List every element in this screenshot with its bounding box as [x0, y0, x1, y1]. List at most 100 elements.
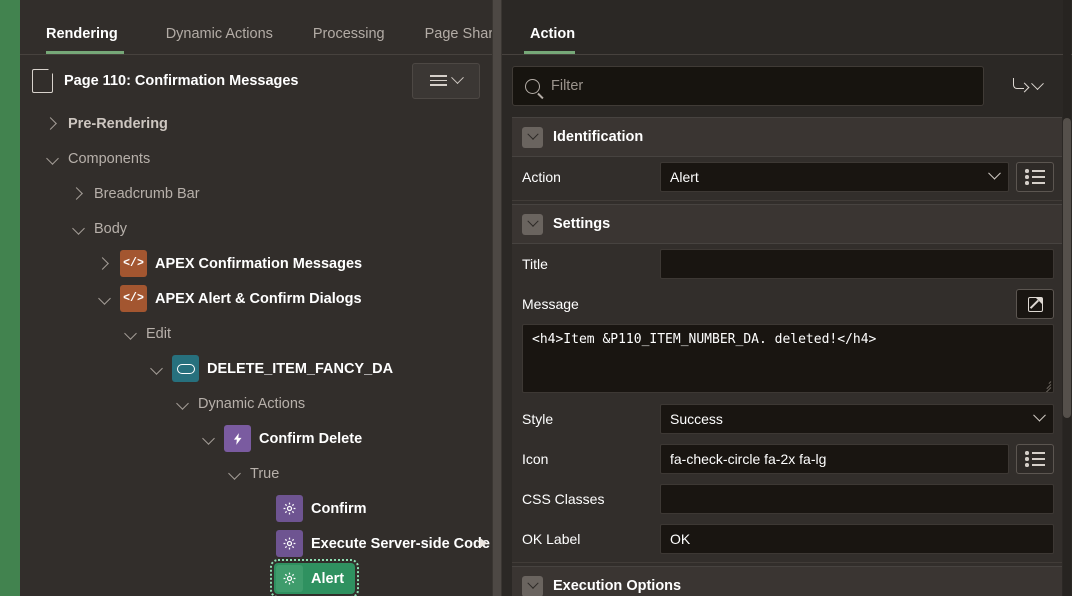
tab-rendering[interactable]: Rendering: [46, 26, 138, 55]
hamburger-icon: [430, 72, 447, 89]
page-icon: [32, 67, 54, 93]
chevron-down-icon[interactable]: [522, 126, 543, 148]
tree-node[interactable]: DELETE_ITEM_FANCY_DA: [170, 353, 404, 384]
section-divider: [512, 562, 1062, 563]
section-title: Identification: [553, 129, 644, 145]
tree-row[interactable]: True: [20, 456, 492, 491]
tree-node-label: Breadcrumb Bar: [94, 185, 200, 202]
tree-node-label: APEX Alert & Confirm Dialogs: [155, 290, 362, 307]
tree-node-label: Components: [68, 150, 151, 167]
tree-twisty-collapsed-icon[interactable]: [66, 176, 92, 211]
section-header-identification[interactable]: Identification: [512, 117, 1062, 157]
tree-node[interactable]: Body: [92, 219, 138, 239]
search-icon: [525, 78, 540, 94]
tree-node[interactable]: Execute Server-side Code: [274, 528, 492, 559]
expand-editor-icon[interactable]: [1016, 289, 1054, 319]
tree-row[interactable]: Execute Server-side Code: [20, 526, 492, 561]
tree-twisty-expanded-icon[interactable]: [144, 351, 170, 386]
page-item-icon: [172, 355, 199, 382]
tree-row[interactable]: Components: [20, 141, 492, 176]
chevron-down-icon[interactable]: [522, 575, 543, 596]
tree-node-label: DELETE_ITEM_FANCY_DA: [207, 360, 394, 377]
tree-row[interactable]: Dynamic Actions: [20, 386, 492, 421]
chevron-down-icon: [451, 71, 464, 85]
tree-row[interactable]: </> APEX Alert & Confirm Dialogs: [20, 281, 492, 316]
tree-twisty-none: [248, 526, 274, 561]
tree-twisty-expanded-icon[interactable]: [118, 316, 144, 351]
tree-node-label: Body: [94, 220, 128, 237]
tree-twisty-expanded-icon[interactable]: [196, 421, 222, 456]
tree-node[interactable]: Components: [66, 149, 161, 169]
tree-node-label: Confirm: [311, 500, 367, 517]
tree-row[interactable]: Alert: [20, 559, 492, 596]
tree-row[interactable]: Confirm: [20, 491, 492, 526]
list-of-values-icon[interactable]: [1016, 444, 1054, 474]
tree-node-label: Execute Server-side Code: [311, 535, 490, 552]
tree-row[interactable]: Confirm Delete: [20, 421, 492, 456]
tree-twisty-expanded-icon[interactable]: [222, 456, 248, 491]
tree-node[interactable]: </> APEX Alert & Confirm Dialogs: [118, 283, 373, 314]
section-header-settings[interactable]: Settings: [512, 204, 1062, 244]
field-value: fa-check-circle fa-2x fa-lg: [670, 451, 827, 467]
chevron-down-icon[interactable]: [988, 166, 1001, 180]
tab-processing-label: Processing: [312, 25, 385, 42]
property-actions-button[interactable]: [994, 66, 1060, 106]
tree-row[interactable]: Edit: [20, 316, 492, 351]
tab-action[interactable]: Action: [524, 26, 581, 55]
message-textarea[interactable]: <h4>Item &P110_ITEM_NUMBER_DA. deleted!<…: [522, 324, 1054, 393]
component-tree[interactable]: Pre-Rendering Components Breadcrumb Bar Bod…: [20, 106, 492, 596]
tree-row[interactable]: </> APEX Confirmation Messages: [20, 246, 492, 281]
tree-node[interactable]: Edit: [144, 324, 182, 344]
tree-row[interactable]: Breadcrumb Bar: [20, 176, 492, 211]
field-input[interactable]: Alert: [660, 162, 1009, 192]
code-icon: </>: [120, 285, 147, 312]
property-scrollbar-thumb[interactable]: [1063, 118, 1071, 418]
field-label: Message: [522, 296, 579, 312]
field-row: Style Success: [512, 399, 1062, 439]
filter-input[interactable]: Filter: [512, 66, 984, 106]
field-row: Action Alert: [512, 157, 1062, 197]
chevron-down-icon[interactable]: [1033, 408, 1046, 422]
field-input[interactable]: OK: [660, 524, 1054, 554]
tree-node-selected[interactable]: Alert: [269, 559, 360, 596]
field-input[interactable]: [660, 249, 1054, 279]
rendering-tree-panel: Rendering Dynamic Actions Processing Pag…: [20, 0, 492, 596]
tree-node-label: True: [250, 465, 280, 482]
field-input[interactable]: [660, 484, 1054, 514]
tree-menu-button[interactable]: [412, 62, 480, 99]
tree-row[interactable]: DELETE_ITEM_FANCY_DA: [20, 351, 492, 386]
tab-page-shared-components[interactable]: Page Shared C: [405, 27, 492, 55]
property-scrollbar[interactable]: [1063, 0, 1071, 596]
tree-node[interactable]: Confirm: [274, 493, 378, 524]
field-input[interactable]: fa-check-circle fa-2x fa-lg: [660, 444, 1009, 474]
tree-node-label: Confirm Delete: [259, 430, 363, 447]
tree-node[interactable]: Breadcrumb Bar: [92, 184, 211, 204]
resize-handle[interactable]: [1041, 380, 1052, 392]
tab-dynamic-actions[interactable]: Dynamic Actions: [146, 26, 293, 55]
field-input[interactable]: Success: [660, 404, 1054, 434]
chevron-down-icon[interactable]: [522, 213, 543, 235]
tree-twisty-expanded-icon[interactable]: [92, 281, 118, 316]
panel-splitter[interactable]: [492, 0, 502, 596]
tab-processing[interactable]: Processing: [293, 25, 405, 55]
section-title: Execution Options: [553, 578, 682, 594]
field-row-message: Message: [512, 284, 1062, 324]
tree-node[interactable]: True: [248, 464, 290, 484]
tree-twisty-collapsed-icon[interactable]: [92, 246, 118, 281]
tree-node-label: Dynamic Actions: [198, 395, 306, 412]
list-of-values-icon[interactable]: [1016, 162, 1054, 192]
tree-node[interactable]: </> APEX Confirmation Messages: [118, 248, 373, 279]
tree-row[interactable]: Body: [20, 211, 492, 246]
message-textarea-value: <h4>Item &P110_ITEM_NUMBER_DA. deleted!<…: [532, 332, 877, 347]
tree-node[interactable]: Pre-Rendering: [66, 114, 179, 134]
code-icon: </>: [120, 250, 147, 277]
tree-node[interactable]: Confirm Delete: [222, 423, 373, 454]
tree-row[interactable]: Pre-Rendering: [20, 106, 492, 141]
tree-node[interactable]: Dynamic Actions: [196, 394, 316, 414]
section-header-execution-options[interactable]: Execution Options: [512, 566, 1062, 596]
section-divider: [512, 200, 1062, 201]
tree-twisty-expanded-icon[interactable]: [66, 211, 92, 246]
tree-twisty-expanded-icon[interactable]: [170, 386, 196, 421]
tree-twisty-expanded-icon[interactable]: [40, 141, 66, 176]
tree-twisty-collapsed-icon[interactable]: [40, 106, 66, 141]
